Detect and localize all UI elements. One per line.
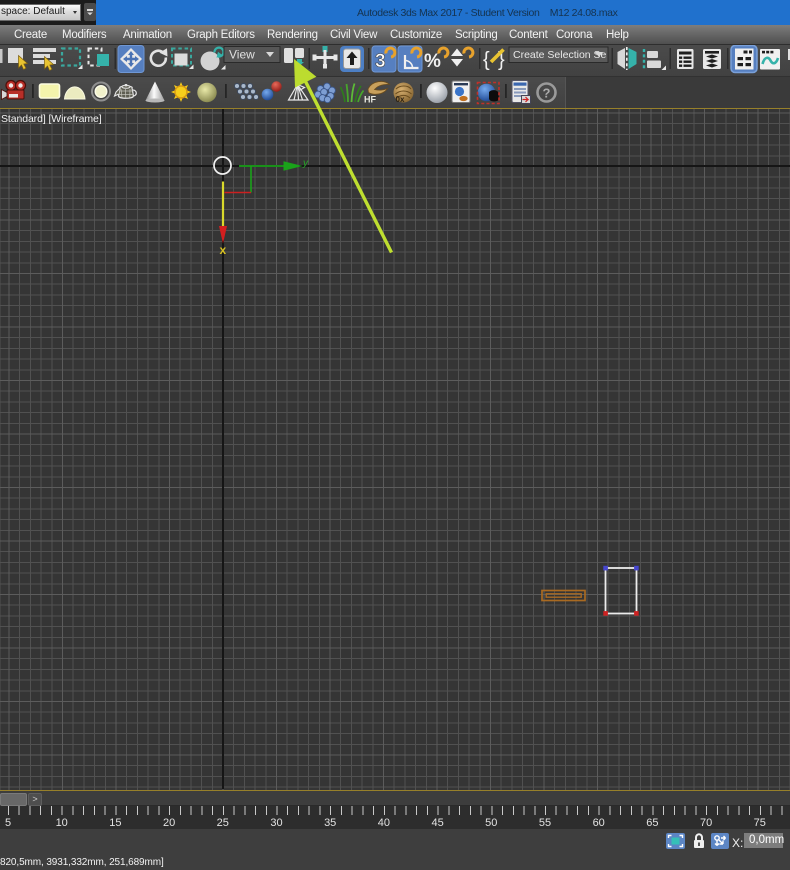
svg-text:x: x [220, 243, 227, 257]
svg-text:y: y [302, 158, 309, 169]
